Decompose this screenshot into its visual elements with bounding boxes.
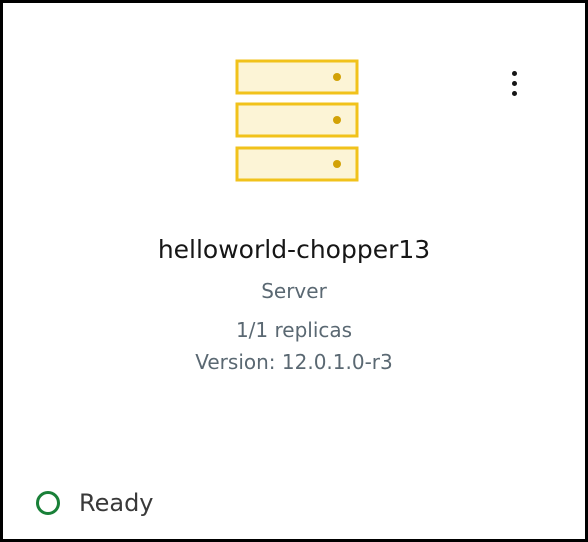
- overflow-menu-vertical-icon[interactable]: [497, 65, 533, 105]
- status-ready-circle-icon: [36, 491, 60, 515]
- menu-dot: [512, 71, 517, 76]
- menu-dot: [512, 81, 517, 86]
- server-card[interactable]: helloworld-chopper13 Server 1/1 replicas…: [0, 0, 588, 542]
- server-version: Version: 12.0.1.0-r3: [195, 350, 393, 374]
- menu-dot: [512, 91, 517, 96]
- server-stack-icon: [235, 59, 359, 182]
- server-type: Server: [261, 279, 327, 303]
- status-label: Ready: [79, 489, 154, 517]
- replica-count: 1/1 replicas: [235, 318, 353, 342]
- status-indicator: Ready: [36, 487, 154, 519]
- server-name: helloworld-chopper13: [157, 235, 431, 264]
